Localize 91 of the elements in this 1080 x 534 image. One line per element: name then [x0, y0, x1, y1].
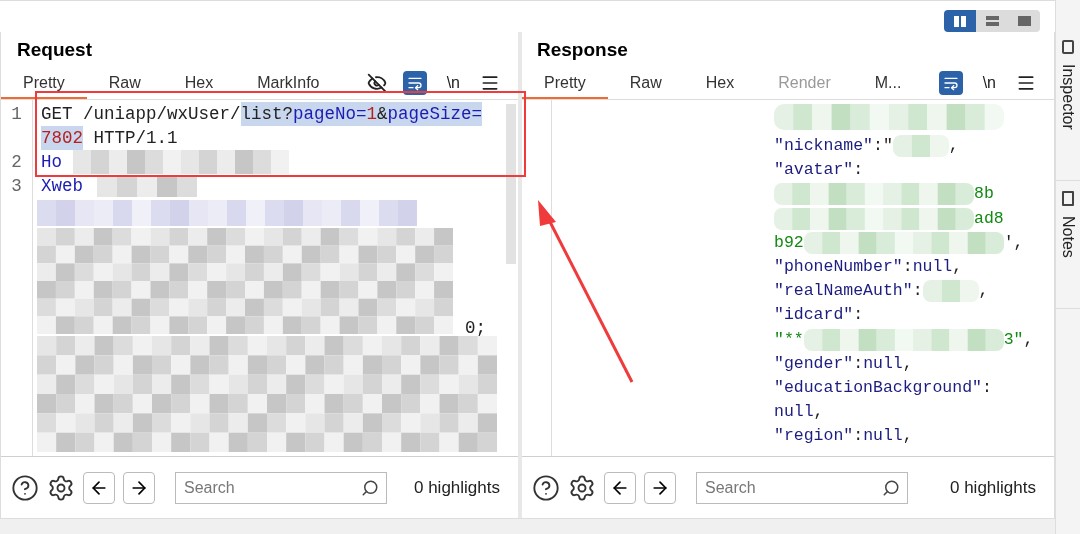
- json-text: "educationBackground": [774, 376, 982, 399]
- back-button[interactable]: [83, 471, 115, 504]
- json-text: ,: [952, 255, 963, 278]
- newline-button[interactable]: \n: [978, 71, 1000, 95]
- json-text: ,: [1023, 328, 1034, 351]
- json-text: :: [853, 304, 864, 327]
- code-text: list?: [240, 102, 294, 126]
- hidden-icon[interactable]: [366, 73, 387, 93]
- code-fragment: 0;: [465, 317, 486, 340]
- editor-tab[interactable]: Hex: [683, 69, 757, 99]
- help-icon[interactable]: [532, 473, 560, 502]
- search-icon: [361, 478, 379, 497]
- search-icon: [882, 478, 900, 497]
- help-icon[interactable]: [11, 473, 39, 502]
- json-text: "nickname": [774, 135, 874, 157]
- line-number: 1: [11, 103, 22, 126]
- code-text: Xweb: [41, 175, 83, 198]
- json-text: null: [774, 401, 814, 424]
- editor-tab[interactable]: Pretty: [522, 69, 608, 99]
- layout-toggle[interactable]: [944, 10, 976, 32]
- editor-tab[interactable]: M...: [852, 69, 924, 99]
- back-button[interactable]: [604, 471, 636, 504]
- single-pane-icon: [1017, 16, 1031, 26]
- wrap-button[interactable]: [402, 71, 427, 95]
- code-text: 1: [366, 102, 378, 126]
- redaction-mosaic: [892, 135, 949, 158]
- code-text: &: [377, 102, 388, 126]
- editor-tab[interactable]: Raw: [86, 69, 163, 99]
- highlights-count: 0 highlights: [414, 476, 500, 499]
- json-text: null: [863, 352, 903, 375]
- code-text: GET /uniapp/wxUser/: [41, 103, 241, 126]
- rows-icon: [985, 16, 999, 26]
- json-text: ,: [813, 401, 824, 424]
- wrap-icon: [942, 75, 959, 91]
- json-text: :: [853, 425, 864, 448]
- search-field[interactable]: Search: [696, 471, 908, 504]
- json-text: "avatar": [774, 159, 854, 182]
- editor-tab[interactable]: MarkInfo: [235, 69, 342, 99]
- highlights-count: 0 highlights: [950, 476, 1036, 499]
- json-text: :: [981, 376, 992, 399]
- json-text: ,: [948, 135, 959, 157]
- editor-tab[interactable]: Raw: [607, 69, 684, 99]
- json-text: null: [912, 255, 953, 278]
- layout-toggle[interactable]: [1008, 10, 1040, 32]
- forward-button[interactable]: [644, 471, 676, 504]
- code-text: Ho: [41, 151, 62, 174]
- json-text: "idcard": [774, 304, 854, 327]
- wrap-button[interactable]: [938, 71, 963, 95]
- json-text: :: [853, 352, 864, 375]
- editor-tab[interactable]: Pretty: [1, 69, 87, 99]
- code-text: pageNo=: [293, 102, 367, 126]
- menu-icon[interactable]: [480, 73, 500, 93]
- settings-icon[interactable]: [47, 473, 75, 502]
- panel-title: Request: [17, 37, 92, 62]
- json-text: "phoneNumber": [774, 255, 903, 278]
- json-text: b92: [774, 231, 804, 254]
- code-text: pageSize=: [387, 102, 483, 126]
- json-text: ,: [902, 352, 913, 375]
- side-tab[interactable]: Inspector: [1056, 64, 1080, 170]
- json-text: ,: [902, 425, 913, 448]
- panel-title: Response: [537, 37, 628, 62]
- json-text: :: [853, 159, 864, 182]
- wrap-icon: [406, 75, 423, 91]
- columns-icon: [954, 15, 966, 27]
- line-number: 2: [11, 151, 22, 174]
- json-text: null: [863, 425, 903, 448]
- json-text: "gender": [774, 352, 854, 375]
- json-text: 3": [1003, 328, 1024, 351]
- redaction-mosaic: [922, 280, 979, 303]
- scrollbar-thumb[interactable]: [506, 104, 516, 264]
- json-text: ad8: [974, 207, 1004, 230]
- settings-icon[interactable]: [568, 473, 596, 502]
- json-text: 8b: [974, 183, 994, 206]
- newline-button[interactable]: \n: [442, 71, 464, 95]
- editor-tab[interactable]: Hex: [162, 69, 236, 99]
- json-text: ',: [1003, 231, 1024, 254]
- line-number: 3: [11, 175, 22, 198]
- code-text: 7802: [41, 126, 83, 150]
- json-text: :: [902, 255, 913, 278]
- json-text: "region": [774, 425, 854, 448]
- forward-button[interactable]: [123, 471, 155, 504]
- layout-toggle[interactable]: [976, 10, 1008, 32]
- json-text: :": [873, 135, 893, 157]
- side-tab[interactable]: Notes: [1056, 215, 1080, 298]
- search-field[interactable]: Search: [175, 471, 387, 504]
- json-text: "realNameAuth": [774, 280, 913, 303]
- menu-icon[interactable]: [1016, 73, 1036, 93]
- json-text: ,: [978, 280, 989, 303]
- json-text: :: [912, 280, 923, 303]
- json-text: "**: [774, 328, 804, 351]
- code-text: HTTP/1.1: [92, 127, 178, 150]
